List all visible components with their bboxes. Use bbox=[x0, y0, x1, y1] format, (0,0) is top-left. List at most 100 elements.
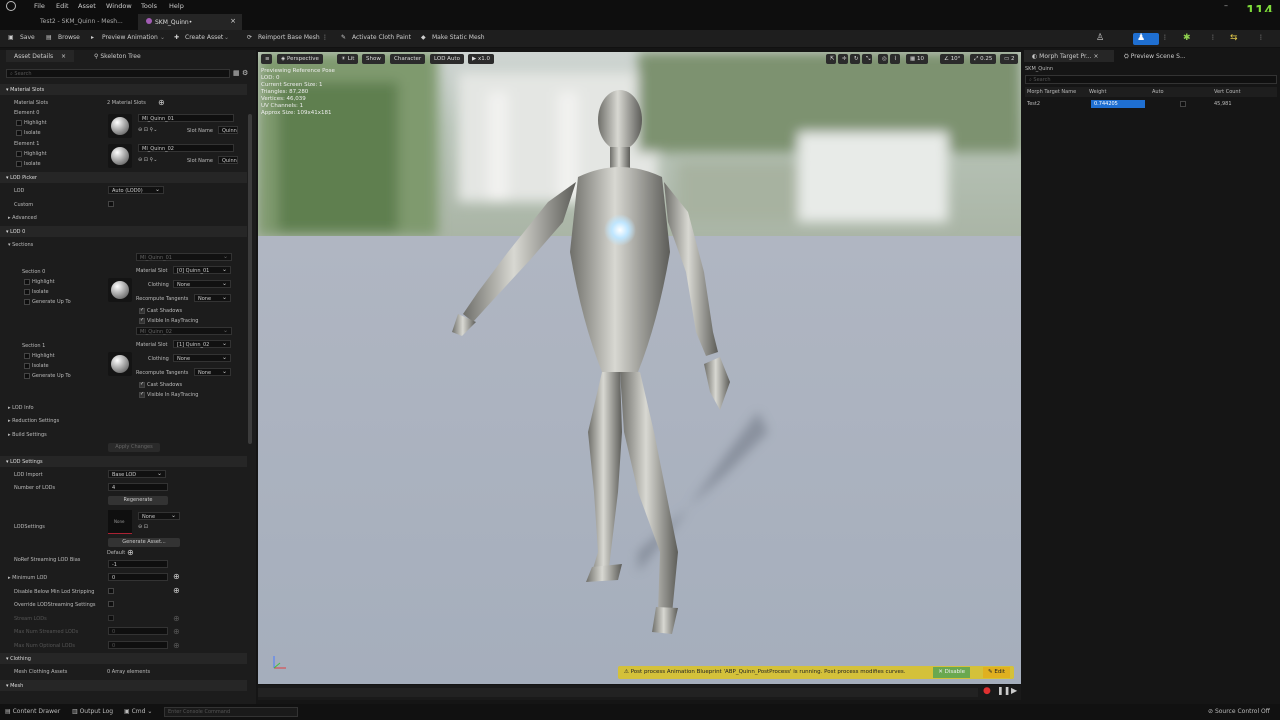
section-mesh[interactable]: ▾ Mesh bbox=[0, 680, 247, 691]
menu-window[interactable]: Window bbox=[106, 2, 132, 10]
create-asset-icon[interactable]: ✚ bbox=[174, 34, 179, 41]
more-options-icon[interactable]: ⋮ bbox=[322, 34, 328, 41]
rotation-snap-button[interactable]: ∠ 10° bbox=[940, 54, 965, 64]
show-button[interactable]: Show bbox=[362, 54, 385, 64]
slot-name-input[interactable]: Quinn bbox=[218, 126, 238, 134]
translate-icon[interactable]: ✛ bbox=[838, 54, 848, 64]
menu-file[interactable]: File bbox=[34, 2, 45, 10]
asset-action-icons[interactable]: ⊖ ⊡ ⚲⌄ bbox=[138, 127, 157, 133]
scale-snap-button[interactable]: ⤢ 0.25 bbox=[970, 54, 997, 64]
asset-action-icons[interactable]: ⊖ ⊡ ⚲⌄ bbox=[138, 157, 157, 163]
isolate-checkbox[interactable] bbox=[24, 363, 30, 369]
clothing-dropdown[interactable]: None bbox=[173, 280, 231, 288]
cmd-dropdown[interactable]: ▣ Cmd ⌄ bbox=[124, 708, 152, 715]
tab-skeleton-tree[interactable]: ⚲ Skeleton Tree bbox=[86, 50, 149, 62]
close-tab-icon[interactable]: × bbox=[230, 17, 236, 25]
cloth-paint-icon[interactable]: ✎ bbox=[341, 34, 346, 41]
asset-action-icons[interactable]: ⊖ ⊡ bbox=[138, 524, 148, 530]
material-thumbnail[interactable] bbox=[108, 114, 132, 138]
build-settings-expander[interactable]: ▸ Build Settings bbox=[8, 432, 47, 438]
viewport-menu-button[interactable]: ≡ bbox=[261, 54, 272, 64]
minimum-lod-input[interactable]: 0 bbox=[108, 573, 168, 581]
add-icon[interactable]: ⊕ bbox=[127, 548, 134, 557]
camera-speed-button[interactable]: ▭ 2 bbox=[1000, 54, 1019, 64]
browse-icon[interactable]: ▤ bbox=[46, 34, 52, 41]
weight-slider[interactable]: 0.744205 bbox=[1091, 100, 1145, 108]
cast-shadows-checkbox[interactable] bbox=[139, 381, 145, 388]
activate-cloth-paint-button[interactable]: Activate Cloth Paint bbox=[352, 34, 411, 41]
auto-checkbox[interactable] bbox=[1180, 101, 1186, 107]
column-header-vert-count[interactable]: Vert Count bbox=[1214, 89, 1241, 95]
details-search-input[interactable]: ⌕ Search bbox=[6, 69, 230, 78]
settings-gear-icon[interactable]: ⚙ bbox=[242, 69, 248, 77]
slot-name-input[interactable]: Quinn bbox=[218, 156, 238, 164]
isolate-checkbox[interactable] bbox=[16, 130, 22, 136]
blueprint-mode-button[interactable]: ⇆ bbox=[1230, 33, 1248, 45]
table-row[interactable]: Test2 0.744205 45,981 bbox=[1025, 99, 1277, 109]
section-material-slots[interactable]: ▾ Material Slots bbox=[0, 84, 247, 95]
morph-search-input[interactable]: ⌕ Search bbox=[1025, 75, 1277, 84]
add-icon[interactable]: ⊕ bbox=[173, 572, 180, 581]
reduction-settings-expander[interactable]: ▸ Reduction Settings bbox=[8, 418, 59, 424]
lodsettings-thumbnail[interactable]: None bbox=[108, 510, 132, 534]
highlight-checkbox[interactable] bbox=[24, 279, 30, 285]
play-forward-icon[interactable]: ▶ bbox=[1011, 686, 1017, 695]
visible-raytracing-checkbox[interactable] bbox=[139, 391, 145, 398]
stream-lods-checkbox[interactable] bbox=[108, 615, 114, 621]
lod-import-dropdown[interactable]: Base LOD bbox=[108, 470, 166, 478]
isolate-checkbox[interactable] bbox=[16, 161, 22, 167]
viewport[interactable]: ≡ ◈ Perspective ☀ Lit Show Character LOD… bbox=[258, 52, 1021, 684]
section-1-material-dropdown[interactable]: MI_Quinn_02 bbox=[136, 327, 232, 335]
section-material-thumbnail[interactable] bbox=[108, 278, 132, 302]
section-material-thumbnail[interactable] bbox=[108, 352, 132, 376]
highlight-checkbox[interactable] bbox=[24, 353, 30, 359]
highlight-checkbox[interactable] bbox=[16, 120, 22, 126]
skeleton-mode-button[interactable]: ♙ bbox=[1096, 33, 1114, 45]
edit-button[interactable]: ✎ Edit bbox=[982, 667, 1010, 678]
browse-button[interactable]: Browse bbox=[58, 34, 80, 41]
minimum-lod-expander[interactable]: ▸ Minimum LOD bbox=[8, 575, 47, 581]
menu-asset[interactable]: Asset bbox=[78, 2, 96, 10]
material-picker[interactable]: MI_Quinn_01 bbox=[138, 114, 234, 122]
source-control-button[interactable]: ⊘ Source Control Off bbox=[1208, 708, 1270, 715]
highlight-checkbox[interactable] bbox=[16, 151, 22, 157]
section-lod-0[interactable]: ▾ LOD 0 bbox=[0, 226, 247, 237]
chevron-down-icon[interactable]: ⌄ bbox=[160, 34, 165, 41]
section-lod-settings[interactable]: ▾ LOD Settings bbox=[0, 456, 247, 467]
add-slot-icon[interactable]: ⊕ bbox=[158, 98, 165, 107]
menu-edit[interactable]: Edit bbox=[56, 2, 69, 10]
lod-auto-button[interactable]: LOD Auto bbox=[430, 54, 464, 64]
column-header-name[interactable]: Morph Target Name bbox=[1027, 89, 1076, 95]
minimize-icon[interactable]: – bbox=[1224, 1, 1228, 10]
output-log-button[interactable]: ▥ Output Log bbox=[72, 708, 113, 715]
reimport-base-mesh-button[interactable]: Reimport Base Mesh bbox=[258, 34, 320, 41]
recompute-tangents-dropdown[interactable]: None bbox=[194, 368, 231, 376]
create-asset-button[interactable]: Create Asset bbox=[185, 34, 223, 41]
character-button[interactable]: Character bbox=[390, 54, 426, 64]
menu-help[interactable]: Help bbox=[169, 2, 184, 10]
tab-asset-details[interactable]: Asset Details × bbox=[6, 50, 75, 62]
record-icon[interactable]: ● bbox=[983, 686, 991, 696]
console-command-input[interactable]: Enter Console Command bbox=[164, 707, 298, 717]
section-lod-picker[interactable]: ▾ LOD Picker bbox=[0, 172, 247, 183]
grid-snap-button[interactable]: ▦ 10 bbox=[906, 54, 928, 64]
add-icon[interactable]: ⊕ bbox=[173, 627, 180, 636]
save-button[interactable]: Save bbox=[20, 34, 35, 41]
custom-checkbox[interactable] bbox=[108, 201, 114, 207]
material-slot-dropdown[interactable]: [0] Quinn_01 bbox=[173, 266, 231, 274]
pause-icon[interactable]: ❚❚ bbox=[997, 686, 1010, 695]
section-clothing[interactable]: ▾ Clothing bbox=[0, 653, 247, 664]
regenerate-button[interactable]: Regenerate bbox=[108, 496, 168, 505]
menu-tools[interactable]: Tools bbox=[141, 2, 157, 10]
max-optional-input[interactable]: 0 bbox=[108, 641, 168, 649]
tab-preview-scene-settings[interactable]: ⛭ Preview Scene S... bbox=[1116, 50, 1194, 62]
lod-info-expander[interactable]: ▸ LOD Info bbox=[8, 405, 34, 411]
more-options-icon[interactable]: ⋮ bbox=[1162, 34, 1168, 41]
static-mesh-icon[interactable]: ◆ bbox=[421, 34, 426, 41]
scale-icon[interactable]: ⤡ bbox=[862, 54, 872, 64]
number-of-lods-input[interactable]: 4 bbox=[108, 483, 168, 491]
world-icon[interactable]: ◎ bbox=[878, 54, 888, 64]
disable-below-checkbox[interactable] bbox=[108, 588, 114, 594]
cast-shadows-checkbox[interactable] bbox=[139, 307, 145, 314]
add-icon[interactable]: ⊕ bbox=[173, 641, 180, 650]
